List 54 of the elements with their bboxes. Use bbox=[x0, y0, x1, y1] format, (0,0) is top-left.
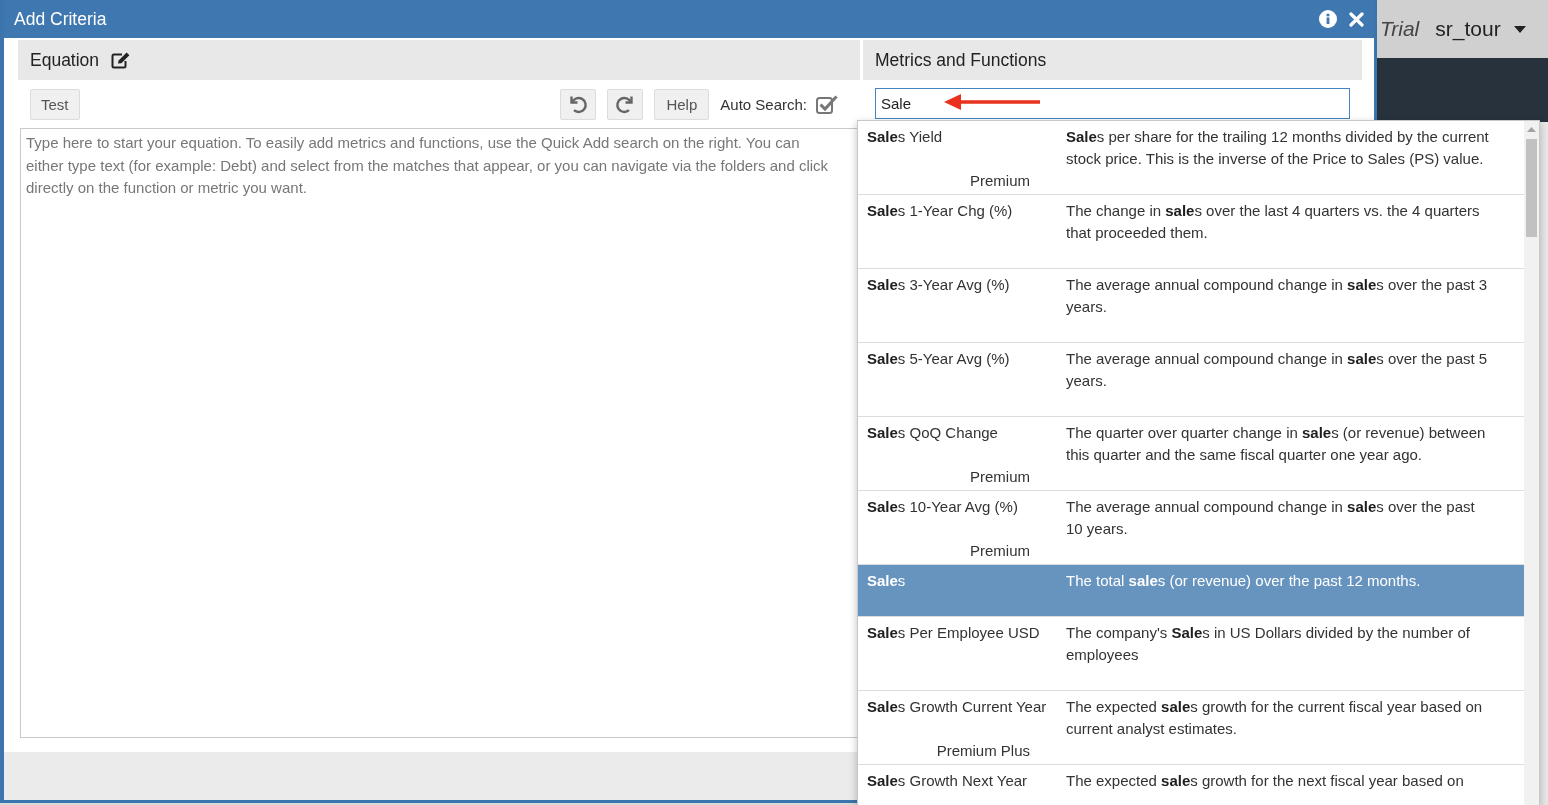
result-row[interactable]: Sales Per Employee USD The company's Sales in US Dollars divided by the number of employees bbox=[858, 617, 1524, 691]
result-row[interactable]: Sales 5-Year Avg (%) The average annual compound change in sales over the past 5 years. bbox=[858, 343, 1524, 417]
metric-name: Sales 3-Year Avg (%) bbox=[867, 275, 1010, 295]
panel-title: Metrics and Functions bbox=[875, 49, 1047, 71]
metric-name: Sales bbox=[867, 571, 906, 591]
close-icon bbox=[1349, 11, 1364, 27]
search-field[interactable]: Sale bbox=[875, 88, 1350, 119]
tier-label: Premium bbox=[970, 467, 1030, 487]
close-button[interactable] bbox=[1349, 11, 1364, 27]
result-row[interactable]: Sales Growth Current Year The expected sales growth for the current fiscal year based on current analyst estimates. Premium Plus bbox=[858, 691, 1524, 765]
caret-down-icon bbox=[1513, 25, 1526, 33]
metric-description: The average annual compound change in sales over the past 5 years. bbox=[1066, 349, 1489, 391]
test-button[interactable]: Test bbox=[30, 88, 80, 120]
metric-description: Sales per share for the trailing 12 months divided by the current stock price. This is the inverse of the Price to Sales (PS) value. bbox=[1066, 127, 1490, 169]
result-row[interactable]: Sales 3-Year Avg (%) The average annual compound change in sales over the past 3 years. bbox=[858, 269, 1524, 343]
trial-label: Trial bbox=[1380, 17, 1420, 41]
metric-name: Sales 10-Year Avg (%) bbox=[867, 497, 1018, 517]
dialog-title: Add Criteria bbox=[14, 8, 107, 30]
equation-editor[interactable]: Type here to start your equation. To easily add metrics and functions, use the Quick Add search on the right. You can either type text (for example: Debt) and select from the matches that appear, or you can navigate via the folders and click directly on the function or metric you want. bbox=[20, 128, 858, 738]
metric-description: The average annual compound change in sales over the past 3 years. bbox=[1066, 275, 1489, 317]
metric-name: Sales Growth Current Year bbox=[867, 697, 1047, 717]
result-row[interactable]: Sales Yield Sales per share for the trailing 12 months divided by the current stock price. This is the inverse of the Price to Sales (PS) value. Premium bbox=[858, 121, 1524, 195]
metric-description: The company's Sales in US Dollars divided by the number of employees bbox=[1066, 623, 1471, 665]
redo-icon bbox=[615, 94, 636, 114]
metric-description: The quarter over quarter change in sales (or revenue) between this quarter and the same fiscal quarter one year ago. bbox=[1066, 423, 1487, 465]
metric-description: The average annual compound change in sales over the past 10 years. bbox=[1066, 497, 1476, 539]
undo-button[interactable] bbox=[560, 88, 597, 120]
auto-search-label: Auto Search: bbox=[720, 95, 807, 113]
undo-icon bbox=[568, 94, 589, 114]
metric-description: The expected sales growth for the next fiscal year based on bbox=[1066, 771, 1464, 791]
auto-search-checkbox[interactable] bbox=[816, 94, 838, 114]
user-menu[interactable]: sr_tour bbox=[1435, 17, 1526, 41]
edit-icon[interactable] bbox=[111, 51, 132, 69]
metric-name: Sales 1-Year Chg (%) bbox=[867, 201, 1013, 221]
metric-description: The total sales (or revenue) over the past 12 months. bbox=[1066, 571, 1421, 591]
pointer-arrow-icon bbox=[944, 93, 1042, 111]
tier-label: Premium bbox=[970, 541, 1030, 561]
metric-name: Sales Per Employee USD bbox=[867, 623, 1040, 643]
redo-button[interactable] bbox=[607, 88, 644, 120]
result-row[interactable]: Sales 1-Year Chg (%) The change in sales over the last 4 quarters vs. the 4 quarters that proceeded them. bbox=[858, 195, 1524, 269]
panel-title: Equation bbox=[30, 49, 100, 71]
metric-name: Sales 5-Year Avg (%) bbox=[867, 349, 1010, 369]
metric-name: Sales QoQ Change bbox=[867, 423, 998, 443]
help-button[interactable]: Help bbox=[654, 88, 710, 120]
tier-label: Premium bbox=[970, 171, 1030, 191]
info-icon bbox=[1319, 10, 1337, 28]
metric-description: The expected sales growth for the current fiscal year based on current analyst estimates. bbox=[1066, 697, 1484, 739]
info-button[interactable] bbox=[1319, 10, 1337, 28]
metric-name: Sales Growth Next Year bbox=[867, 771, 1028, 791]
metric-description: The change in sales over the last 4 quarters vs. the 4 quarters that proceeded them. bbox=[1066, 201, 1481, 243]
result-row[interactable]: Sales QoQ Change The quarter over quarter change in sales (or revenue) between this quarter and the same fiscal quarter one year ago. Premium bbox=[858, 417, 1524, 491]
metric-name: Sales Yield bbox=[867, 127, 943, 147]
scrollbar-thumb[interactable] bbox=[1526, 139, 1537, 237]
tier-label: Premium Plus bbox=[936, 741, 1030, 761]
